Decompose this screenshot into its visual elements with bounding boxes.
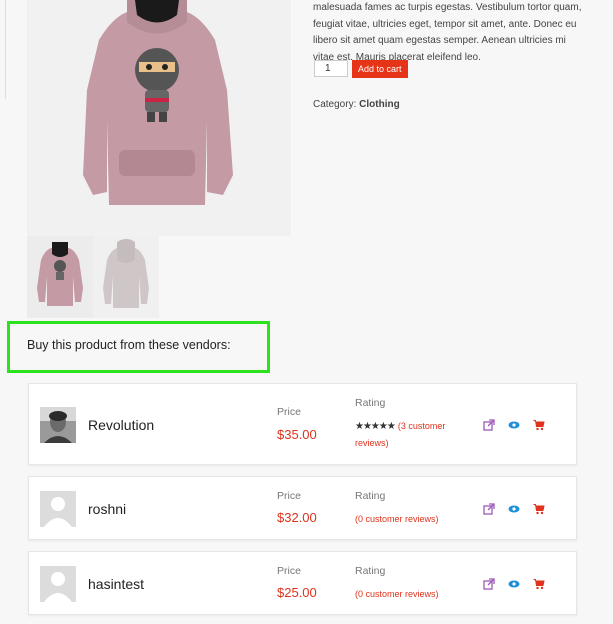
vendor-price: $35.00: [277, 427, 317, 442]
external-link-icon[interactable]: [483, 578, 495, 590]
vendor-actions: [483, 419, 545, 431]
vendor-name[interactable]: Revolution: [88, 417, 154, 433]
vendor-card: Revolution Price $35.00 Rating ★★★★★ (3 c…: [28, 383, 577, 465]
vendor-rating: (0 customer reviews): [355, 586, 465, 602]
add-to-cart-button[interactable]: Add to cart: [352, 60, 408, 78]
product-description: malesuada fames ac turpis egestas. Vesti…: [313, 2, 582, 63]
eye-icon[interactable]: [508, 419, 520, 431]
vendors-heading: Buy this product from these vendors:: [27, 338, 231, 352]
vendor-card: hasintest Price $25.00 Rating (0 custome…: [28, 551, 577, 615]
vendor-name[interactable]: roshni: [88, 501, 126, 517]
vendor-avatar[interactable]: [40, 407, 76, 443]
cart-icon[interactable]: [533, 578, 545, 590]
eye-icon[interactable]: [508, 503, 520, 515]
price-label: Price: [277, 406, 301, 418]
star-rating-icon: ★★★★★: [355, 421, 396, 432]
customer-reviews-link[interactable]: (0 customer reviews): [355, 514, 439, 524]
customer-reviews-link[interactable]: (0 customer reviews): [355, 589, 439, 599]
vendors-heading-box: Buy this product from these vendors:: [7, 321, 270, 373]
product-category: Category: Clothing: [313, 99, 400, 110]
vendor-card: roshni Price $32.00 Rating (0 customer r…: [28, 476, 577, 540]
vendor-price: $25.00: [277, 585, 317, 600]
rating-label: Rating: [355, 565, 386, 577]
vendor-avatar[interactable]: [40, 491, 76, 527]
category-link[interactable]: Clothing: [359, 99, 400, 110]
vendor-name[interactable]: hasintest: [88, 576, 144, 592]
vendor-avatar[interactable]: [40, 566, 76, 602]
price-label: Price: [277, 490, 301, 502]
product-thumbnail-front[interactable]: [27, 236, 93, 318]
rating-label: Rating: [355, 490, 386, 502]
category-label: Category:: [313, 99, 357, 110]
vendor-actions: [483, 503, 545, 515]
cart-icon[interactable]: [533, 419, 545, 431]
vendor-rating: ★★★★★ (3 customer reviews): [355, 418, 465, 451]
cart-icon[interactable]: [533, 503, 545, 515]
sidebar-edge: [0, 0, 6, 99]
external-link-icon[interactable]: [483, 419, 495, 431]
external-link-icon[interactable]: [483, 503, 495, 515]
price-label: Price: [277, 565, 301, 577]
product-thumbnail-back[interactable]: [93, 236, 159, 318]
rating-label: Rating: [355, 397, 386, 409]
add-to-cart-form: Add to cart: [314, 60, 408, 78]
quantity-input[interactable]: [314, 60, 348, 77]
eye-icon[interactable]: [508, 578, 520, 590]
product-main-image[interactable]: [27, 0, 291, 236]
vendor-price: $32.00: [277, 510, 317, 525]
vendor-actions: [483, 578, 545, 590]
vendor-rating: (0 customer reviews): [355, 511, 465, 527]
